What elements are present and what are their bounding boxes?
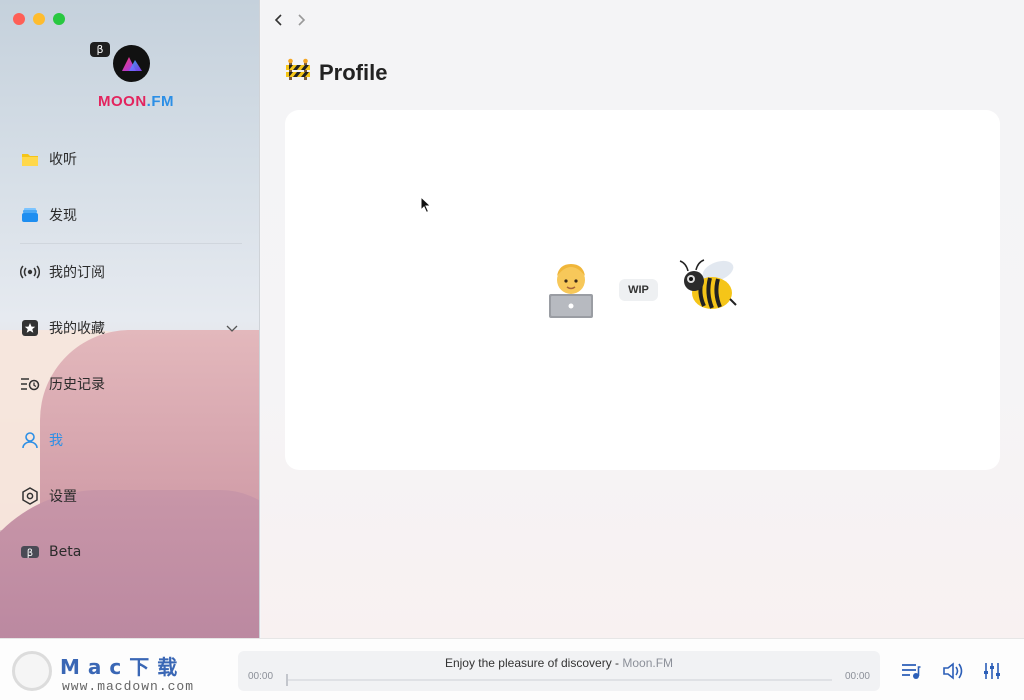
- window-controls: [13, 13, 65, 25]
- progress-knob[interactable]: [286, 674, 288, 686]
- back-arrow-icon[interactable]: [271, 12, 285, 28]
- sidebar-item-label: 我的收藏: [49, 321, 105, 337]
- watermark-text: Mac下载: [60, 655, 186, 679]
- playlist-icon[interactable]: [900, 661, 922, 681]
- tagline-brand: Moon.FM: [622, 656, 674, 670]
- sidebar: β MOON.FM 收听 发现 我的订阅 我的收藏 历史记录 我 设置 β Be…: [0, 0, 260, 638]
- broadcast-icon: [20, 262, 40, 282]
- bee-icon: [678, 255, 742, 324]
- watermark-logo: Mac下载 www.macdown.com: [10, 647, 232, 697]
- mouse-cursor-icon: [420, 195, 432, 219]
- history-nav: [271, 12, 309, 28]
- user-icon: [20, 430, 40, 450]
- zoom-window-button[interactable]: [53, 13, 65, 25]
- app-name: MOON.FM: [0, 93, 259, 110]
- sidebar-item-history[interactable]: 历史记录: [0, 356, 259, 412]
- sidebar-item-label: 我的订阅: [49, 265, 105, 281]
- beta-badge-icon: β: [20, 542, 40, 562]
- history-list-icon: [20, 374, 40, 394]
- equalizer-icon[interactable]: [981, 661, 1003, 681]
- sidebar-item-discover[interactable]: 发现: [0, 187, 259, 243]
- wip-row: WIP: [285, 255, 1000, 324]
- volume-icon[interactable]: [942, 661, 964, 681]
- folder-yellow-icon: [20, 149, 40, 169]
- profile-card: WIP: [285, 110, 1000, 470]
- sidebar-item-settings[interactable]: 设置: [0, 468, 259, 524]
- technologist-icon: [543, 256, 599, 323]
- tagline-text: Enjoy the pleasure of discovery -: [444, 656, 623, 670]
- watermark-url: www.macdown.com: [62, 679, 195, 694]
- now-playing-text: Enjoy the pleasure of discovery - Moon.F…: [238, 656, 880, 670]
- forward-arrow-icon[interactable]: [295, 12, 309, 28]
- moon-logo-icon: [113, 45, 150, 82]
- sidebar-item-me[interactable]: 我: [0, 412, 259, 468]
- progress-slider[interactable]: [286, 674, 832, 686]
- layers-blue-icon: [20, 205, 40, 225]
- sidebar-item-label: 我: [49, 433, 63, 449]
- time-elapsed: 00:00: [248, 671, 274, 682]
- sidebar-item-label: Beta: [49, 544, 82, 560]
- watermark-circle-icon: [12, 651, 52, 691]
- hexagon-settings-icon: [20, 486, 40, 506]
- sidebar-item-label: 历史记录: [49, 377, 105, 393]
- sidebar-item-listen[interactable]: 收听: [0, 131, 259, 187]
- sidebar-item-subscriptions[interactable]: 我的订阅: [0, 244, 259, 300]
- now-playing: Enjoy the pleasure of discovery - Moon.F…: [238, 651, 880, 691]
- beta-badge: β: [90, 42, 110, 57]
- app-name-part2: .FM: [146, 93, 174, 110]
- sidebar-item-label: 收听: [49, 152, 77, 168]
- main-content: Profile WIP: [261, 0, 1024, 638]
- svg-text:β: β: [27, 548, 33, 559]
- sidebar-item-label: 设置: [49, 489, 77, 505]
- sidebar-item-label: 发现: [49, 208, 77, 224]
- construction-barrier-icon: [285, 58, 311, 87]
- page-title: Profile: [319, 59, 388, 85]
- minimize-window-button[interactable]: [33, 13, 45, 25]
- sidebar-nav: 收听 发现 我的订阅 我的收藏 历史记录 我 设置 β Beta: [0, 131, 259, 580]
- close-window-button[interactable]: [13, 13, 25, 25]
- wip-badge: WIP: [619, 278, 658, 301]
- chevron-down-icon[interactable]: [226, 320, 238, 338]
- time-total: 00:00: [844, 671, 870, 682]
- app-name-part1: MOON: [98, 93, 147, 110]
- sidebar-item-favorites[interactable]: 我的收藏: [0, 300, 259, 356]
- page-header: Profile: [285, 58, 387, 87]
- sidebar-item-beta[interactable]: β Beta: [0, 524, 259, 580]
- player-bar: Mac下载 www.macdown.com Enjoy the pleasure…: [0, 638, 1024, 700]
- star-box-icon: [20, 318, 40, 338]
